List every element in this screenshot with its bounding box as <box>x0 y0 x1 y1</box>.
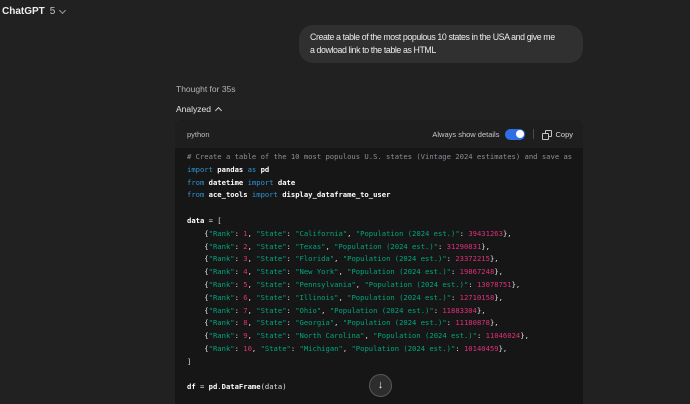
user-message-line: Create a table of the most populous 10 s… <box>310 31 572 44</box>
model-version: 5 <box>50 6 56 17</box>
copy-button[interactable]: Copy <box>542 130 573 139</box>
analyzed-toggle-button[interactable]: Analyzed <box>176 104 221 114</box>
copy-label: Copy <box>555 130 573 139</box>
code-language-label: python <box>187 130 210 139</box>
toggle-knob <box>516 130 524 138</box>
code-panel-header-actions: Always show details Copy <box>432 129 573 140</box>
scroll-to-bottom-button[interactable]: ↓ <box>369 374 392 397</box>
chevron-down-icon <box>59 6 66 13</box>
chevron-up-icon <box>215 106 222 113</box>
code-panel-header: python Always show details Copy <box>175 120 583 148</box>
copy-icon <box>542 130 551 139</box>
user-message-line: a dowload link to the table as HTML <box>310 44 572 57</box>
header-divider <box>533 129 534 139</box>
code-content: # Create a table of the 10 most populous… <box>175 148 583 394</box>
model-selector[interactable]: ChatGPT 5 <box>2 2 65 20</box>
thought-duration-button[interactable]: Thought for 35s <box>176 84 236 94</box>
model-name: ChatGPT <box>2 6 45 17</box>
always-show-details-toggle[interactable] <box>505 129 525 140</box>
chatgpt-window: ChatGPT 5 Create a table of the most pop… <box>0 0 690 404</box>
always-show-details-label: Always show details <box>432 130 499 139</box>
user-message-bubble: Create a table of the most populous 10 s… <box>299 25 583 63</box>
code-panel: python Always show details Copy # Create… <box>175 120 583 404</box>
analyzed-label: Analyzed <box>176 104 211 114</box>
arrow-down-icon: ↓ <box>378 380 384 391</box>
